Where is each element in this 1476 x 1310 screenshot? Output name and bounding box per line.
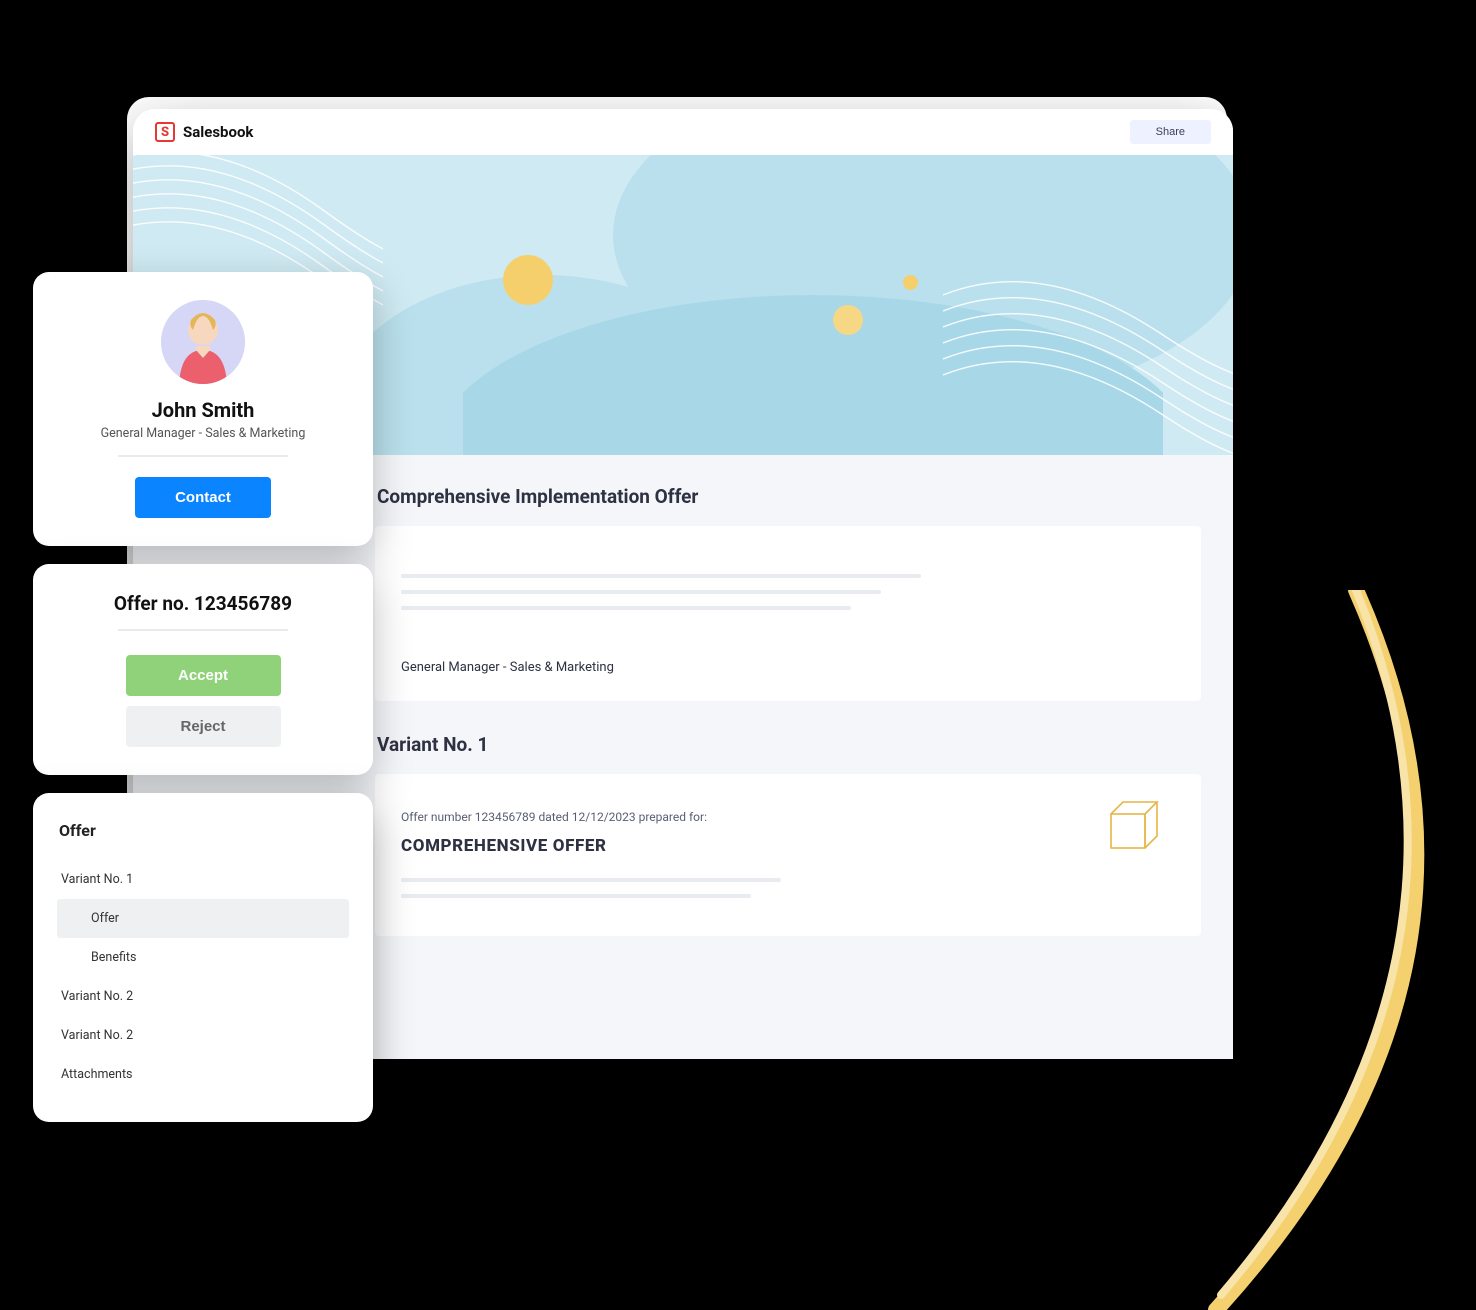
nav-title: Offer xyxy=(59,821,349,840)
divider xyxy=(118,455,288,457)
nav-panel: Offer Variant No. 1 Offer Benefits Varia… xyxy=(33,793,373,1122)
divider xyxy=(118,629,288,631)
section-title-variant: Variant No. 1 xyxy=(377,733,1199,756)
share-button[interactable]: Share xyxy=(1130,120,1211,144)
profile-panel: John Smith General Manager - Sales & Mar… xyxy=(33,272,373,546)
nav-item-offer[interactable]: Offer xyxy=(57,899,349,938)
accept-button[interactable]: Accept xyxy=(126,655,281,696)
text-placeholder xyxy=(401,894,751,898)
nav-item-variant-1[interactable]: Variant No. 1 xyxy=(57,860,349,899)
offer-author-role: General Manager - Sales & Marketing xyxy=(401,660,1175,675)
avatar xyxy=(161,300,245,384)
text-placeholder xyxy=(401,590,881,594)
brand-name: Salesbook xyxy=(183,123,253,141)
contact-button[interactable]: Contact xyxy=(135,477,271,518)
brand: S Salesbook xyxy=(155,122,253,142)
side-panel-stack: John Smith General Manager - Sales & Mar… xyxy=(33,272,373,1122)
offer-meta-line: Offer number 123456789 dated 12/12/2023 … xyxy=(401,810,1175,824)
nav-item-attachments[interactable]: Attachments xyxy=(57,1055,349,1094)
cube-icon xyxy=(1103,798,1159,854)
offer-summary-card: General Manager - Sales & Marketing xyxy=(375,526,1201,701)
variant-card: Offer number 123456789 dated 12/12/2023 … xyxy=(375,774,1201,936)
offer-number-heading: Offer no. 123456789 xyxy=(57,592,349,615)
text-placeholder xyxy=(401,574,921,578)
brand-logo-icon: S xyxy=(155,122,175,142)
offer-action-panel: Offer no. 123456789 Accept Reject xyxy=(33,564,373,775)
text-placeholder xyxy=(401,606,851,610)
text-placeholder xyxy=(401,878,781,882)
nav-item-benefits[interactable]: Benefits xyxy=(57,938,349,977)
offer-title: COMPREHENSIVE OFFER xyxy=(401,836,1175,856)
profile-role: General Manager - Sales & Marketing xyxy=(57,426,349,441)
nav-item-variant-2b[interactable]: Variant No. 2 xyxy=(57,1016,349,1055)
section-title-offer: Comprehensive Implementation Offer xyxy=(377,485,1199,508)
topbar: S Salesbook Share xyxy=(133,109,1233,155)
profile-name: John Smith xyxy=(57,398,349,422)
reject-button[interactable]: Reject xyxy=(126,706,281,747)
nav-item-variant-2a[interactable]: Variant No. 2 xyxy=(57,977,349,1016)
